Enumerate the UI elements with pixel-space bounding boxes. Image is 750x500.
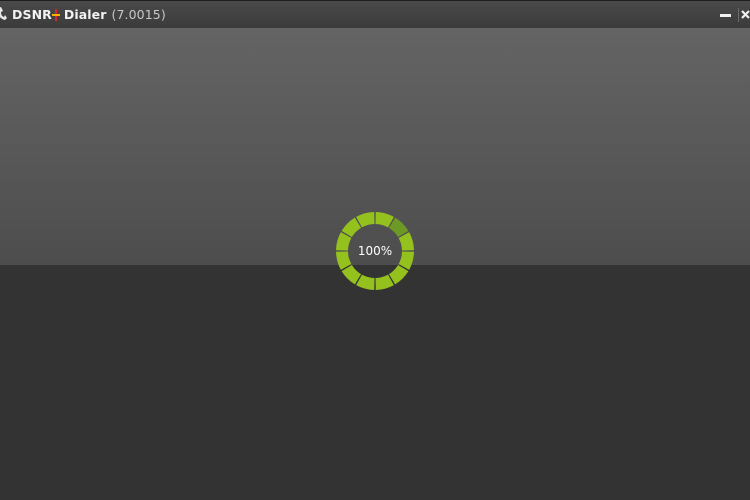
loading-percent: 100% [357, 244, 393, 258]
close-icon [741, 8, 750, 22]
phone-icon [0, 6, 7, 20]
minimize-icon [720, 14, 731, 17]
dialer-window: DSNR Dialer (7.0015) 100% [0, 0, 750, 500]
loading-indicator: 100% [335, 211, 415, 291]
titlebar-divider [738, 8, 739, 22]
close-button[interactable] [741, 8, 750, 22]
title-bar[interactable]: DSNR Dialer (7.0015) [0, 0, 750, 28]
lower-panel [0, 265, 750, 500]
app-name: Dialer [63, 7, 107, 22]
main-content: 100% [0, 28, 750, 500]
brand-logo-text: DSNR [12, 7, 52, 22]
app-version: (7.0015) [111, 7, 166, 22]
brand-plus-icon [51, 9, 60, 21]
app-title: DSNR Dialer (7.0015) [12, 7, 166, 23]
minimize-button[interactable] [719, 8, 733, 22]
